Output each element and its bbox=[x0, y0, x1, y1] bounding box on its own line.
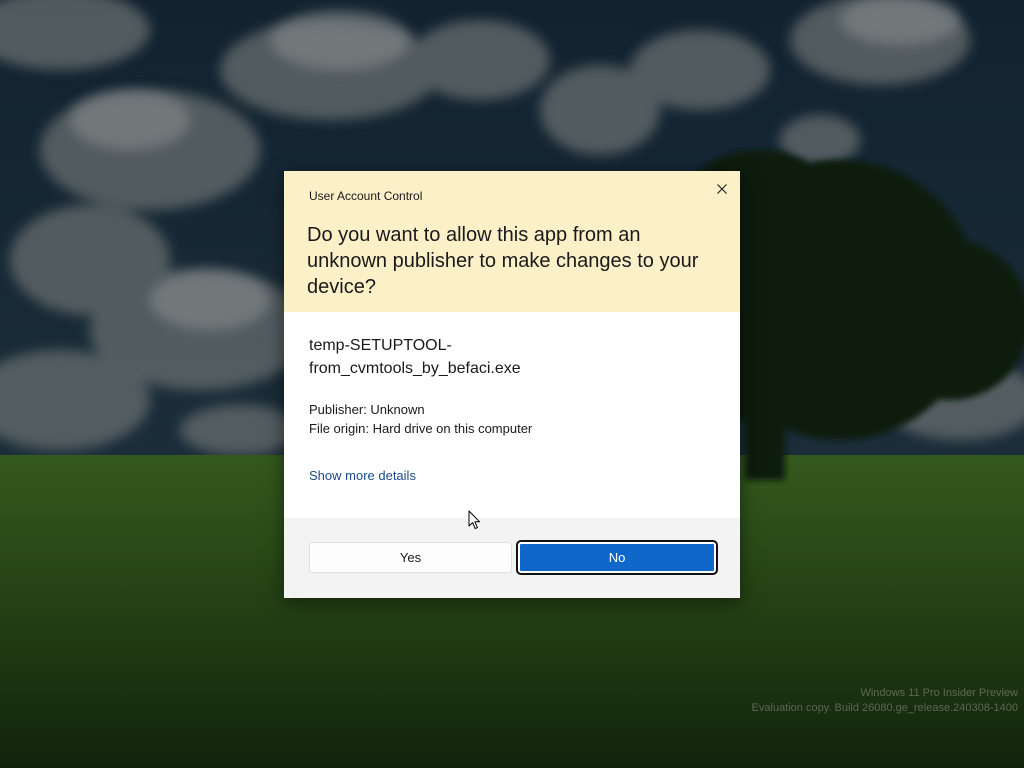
windows-watermark: Windows 11 Pro Insider Preview Evaluatio… bbox=[752, 686, 1018, 716]
publisher-text: Publisher: Unknown bbox=[309, 402, 425, 417]
uac-header: User Account Control Do you want to allo… bbox=[284, 171, 740, 312]
desktop: Windows 11 Pro Insider Preview Evaluatio… bbox=[0, 0, 1024, 768]
app-name: temp-SETUPTOOL- from_cvmtools_by_befaci.… bbox=[309, 334, 709, 380]
dialog-title: User Account Control bbox=[309, 189, 423, 203]
uac-footer: Yes No bbox=[284, 518, 740, 598]
app-name-line-1: temp-SETUPTOOL- bbox=[309, 337, 452, 354]
uac-dialog: User Account Control Do you want to allo… bbox=[284, 171, 740, 598]
mouse-cursor-icon bbox=[468, 510, 481, 530]
no-button[interactable]: No bbox=[516, 540, 718, 575]
app-name-line-2: from_cvmtools_by_befaci.exe bbox=[309, 360, 521, 377]
close-icon bbox=[717, 184, 727, 194]
file-origin-text: File origin: Hard drive on this computer bbox=[309, 421, 533, 436]
yes-button[interactable]: Yes bbox=[309, 542, 512, 573]
watermark-line-2: Evaluation copy. Build 26080.ge_release.… bbox=[751, 702, 1018, 714]
show-more-details-link[interactable]: Show more details bbox=[309, 468, 416, 483]
yes-button-label: Yes bbox=[399, 550, 422, 565]
watermark-line-1: Windows 11 Pro Insider Preview bbox=[860, 687, 1018, 699]
uac-question: Do you want to allow this app from an un… bbox=[307, 224, 699, 298]
no-button-label: No bbox=[608, 550, 626, 565]
close-button[interactable] bbox=[712, 179, 732, 199]
